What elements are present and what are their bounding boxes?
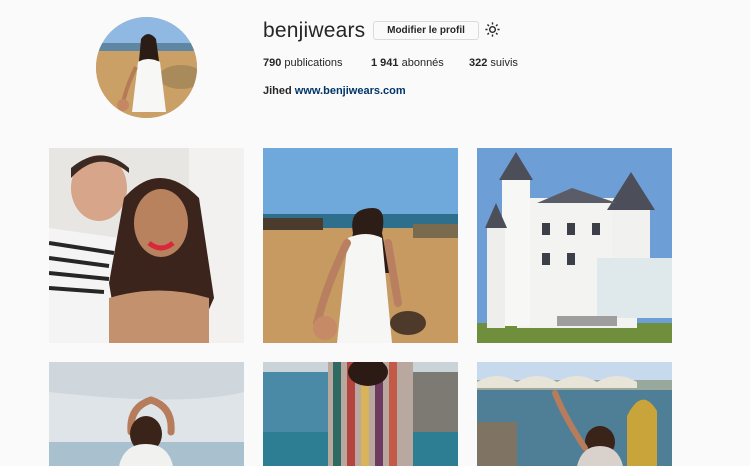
- post-thumbnail-5[interactable]: [263, 362, 458, 466]
- followers-label: abonnés: [401, 57, 444, 69]
- post-image: [49, 148, 244, 343]
- gear-icon[interactable]: [484, 21, 501, 38]
- following-count: 322: [469, 57, 488, 69]
- posts-label: publications: [284, 57, 343, 69]
- post-image: [477, 362, 672, 466]
- post-image: [477, 148, 672, 343]
- avatar-photo: [96, 17, 197, 118]
- post-thumbnail-6[interactable]: [477, 362, 672, 466]
- post-image: [49, 362, 244, 466]
- following-label: suivis: [490, 57, 518, 69]
- followers-count: 1 941: [371, 57, 399, 69]
- post-image: [263, 148, 458, 343]
- bio-name: Jihed: [263, 85, 292, 97]
- edit-profile-button[interactable]: Modifier le profil: [373, 21, 479, 40]
- profile-username: benjiwears: [263, 19, 366, 42]
- bio-website-link[interactable]: www.benjiwears.com: [295, 85, 406, 97]
- profile-bio: Jihed www.benjiwears.com: [263, 84, 406, 98]
- stat-followers[interactable]: 1 941 abonnés: [371, 56, 444, 70]
- profile-avatar[interactable]: [96, 17, 197, 118]
- post-thumbnail-3[interactable]: [477, 148, 672, 343]
- post-thumbnail-1[interactable]: [49, 148, 244, 343]
- post-image: [263, 362, 458, 466]
- stat-posts: 790 publications: [263, 56, 343, 70]
- post-thumbnail-4[interactable]: [49, 362, 244, 466]
- post-thumbnail-2[interactable]: [263, 148, 458, 343]
- stat-following[interactable]: 322 suivis: [469, 56, 518, 70]
- posts-count: 790: [263, 57, 282, 69]
